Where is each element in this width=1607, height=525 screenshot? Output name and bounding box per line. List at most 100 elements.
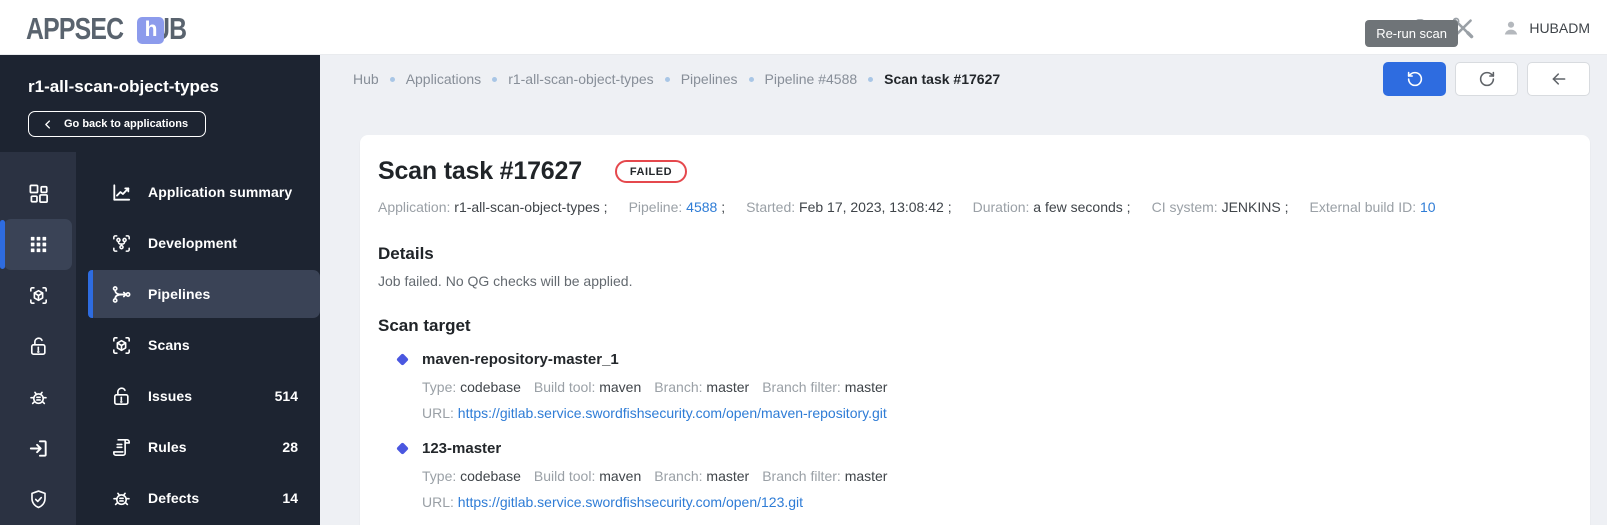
refresh-cw-icon bbox=[1478, 70, 1496, 88]
meta-separator: ; bbox=[599, 199, 608, 215]
meta-value: JENKINS bbox=[1221, 199, 1281, 215]
meta-value: Feb 17, 2023, 13:08:42 bbox=[799, 199, 944, 215]
breadcrumb-current: Scan task #17627 bbox=[884, 71, 1001, 87]
meta-value: r1-all-scan-object-types bbox=[454, 199, 600, 215]
meta-label: CI system: bbox=[1151, 199, 1218, 215]
page-toolbar bbox=[1383, 62, 1590, 96]
target-attributes: Type: codebase Build tool: maven Branch: m… bbox=[422, 379, 1566, 395]
sidebar: r1-all-scan-object-types Go back to appl… bbox=[0, 55, 320, 525]
breadcrumb-item[interactable]: Applications bbox=[406, 71, 482, 87]
lock-alert-icon bbox=[110, 385, 133, 408]
sidebar-item-badge: 28 bbox=[282, 439, 298, 455]
target-attr: Branch: master bbox=[654, 468, 750, 484]
appsechub-logo[interactable]: APPSEC h UB bbox=[26, 11, 195, 47]
target-url-link[interactable]: https://gitlab.service.swordfishsecurity… bbox=[458, 405, 887, 421]
breadcrumb-item[interactable]: r1-all-scan-object-types bbox=[508, 71, 654, 87]
sidebar-item-development[interactable]: Development bbox=[88, 219, 320, 267]
sidebar-item-label: Pipelines bbox=[148, 286, 211, 302]
rail-item-shield-check[interactable] bbox=[0, 474, 76, 525]
arrow-left-button[interactable] bbox=[1527, 62, 1590, 96]
application-name: r1-all-scan-object-types bbox=[28, 77, 219, 96]
chart-icon bbox=[110, 181, 133, 204]
top-bar: APPSEC h UB HUBADM Re-run scan bbox=[0, 0, 1607, 55]
breadcrumb-item[interactable]: Pipelines bbox=[681, 71, 738, 87]
cube-scan-icon bbox=[110, 334, 133, 357]
rail-item-apps-grid[interactable] bbox=[0, 219, 72, 270]
user-icon bbox=[1501, 18, 1521, 38]
dev-icon bbox=[110, 232, 133, 255]
scan-task-card: Scan task #17627 FAILED Application: r1-… bbox=[360, 135, 1590, 525]
target-attr: Branch filter: master bbox=[762, 468, 888, 484]
breadcrumb-separator-dot bbox=[389, 76, 395, 82]
dashboard-icon bbox=[27, 182, 50, 205]
lock-alert-icon bbox=[27, 335, 50, 358]
sidebar-item-label: Scans bbox=[148, 337, 190, 353]
rail-item-lock-alert[interactable] bbox=[0, 321, 76, 372]
target-url-row: URL: https://gitlab.service.swordfishsec… bbox=[422, 494, 1566, 510]
cube-scan-icon bbox=[27, 284, 50, 307]
target-name: maven-repository-master_1 bbox=[422, 351, 619, 368]
meta-separator: ; bbox=[717, 199, 726, 215]
meta-pipeline-: Pipeline: 4588 ; bbox=[629, 199, 726, 215]
go-back-to-applications-button[interactable]: Go back to applications bbox=[28, 111, 207, 137]
diamond-bullet-icon bbox=[396, 442, 409, 455]
rail-item-dashboard[interactable] bbox=[0, 168, 76, 219]
breadcrumb-item[interactable]: Hub bbox=[353, 71, 379, 87]
apps-grid-icon bbox=[27, 233, 50, 256]
username: HUBADM bbox=[1529, 19, 1590, 36]
sidebar-item-scans[interactable]: Scans bbox=[88, 321, 320, 369]
meta-separator: ; bbox=[1122, 199, 1131, 215]
meta-started-: Started: Feb 17, 2023, 13:08:42 ; bbox=[746, 199, 952, 215]
rail-item-cube-scan[interactable] bbox=[0, 270, 76, 321]
logo-h-icon: h bbox=[137, 16, 165, 44]
target-attr: Type: codebase bbox=[422, 468, 521, 484]
chevron-left-icon bbox=[42, 119, 53, 130]
breadcrumb-separator-dot bbox=[664, 76, 670, 82]
sidebar-item-label: Defects bbox=[148, 490, 200, 506]
scan-target-item: 123-master Type: codebase Build tool: mave… bbox=[378, 440, 1566, 510]
meta-value[interactable]: 10 bbox=[1420, 199, 1436, 215]
scan-target-list: maven-repository-master_1 Type: codebase B… bbox=[378, 351, 1566, 510]
sidebar-item-defects[interactable]: Defects 14 bbox=[88, 474, 320, 522]
meta-label: Pipeline: bbox=[628, 199, 683, 215]
details-text: Job failed. No QG checks will be applied… bbox=[378, 273, 633, 289]
meta-separator: ; bbox=[943, 199, 952, 215]
sidebar-item-label: Rules bbox=[148, 439, 187, 455]
url-label: URL: bbox=[422, 494, 454, 510]
rotate-ccw-button[interactable] bbox=[1383, 62, 1446, 96]
user-menu[interactable]: HUBADM bbox=[1501, 18, 1590, 38]
rail-item-bug[interactable] bbox=[0, 372, 76, 423]
target-url-row: URL: https://gitlab.service.swordfishsec… bbox=[422, 405, 1566, 421]
target-attr: Branch filter: master bbox=[762, 379, 888, 395]
shield-check-icon bbox=[27, 488, 50, 511]
sidebar-item-rules[interactable]: Rules 28 bbox=[88, 423, 320, 471]
meta-value[interactable]: 4588 bbox=[686, 199, 717, 215]
target-attr: Build tool: maven bbox=[533, 379, 642, 395]
meta-separator: ; bbox=[1280, 199, 1289, 215]
sidebar-item-label: Issues bbox=[148, 388, 193, 404]
breadcrumb-item[interactable]: Pipeline #4588 bbox=[765, 71, 858, 87]
target-attributes: Type: codebase Build tool: maven Branch: m… bbox=[422, 468, 1566, 484]
sidebar-item-issues[interactable]: Issues 514 bbox=[88, 372, 320, 420]
rules-icon bbox=[110, 436, 133, 459]
logo-text-left: APPSEC bbox=[26, 11, 124, 46]
content-area: Hub Applications r1-all-scan-object-types P… bbox=[320, 55, 1607, 525]
sidebar-item-pipelines[interactable]: Pipelines bbox=[88, 270, 320, 318]
sidebar-item-label: Development bbox=[148, 235, 238, 251]
bug-icon bbox=[27, 386, 50, 409]
refresh-cw-button[interactable] bbox=[1455, 62, 1518, 96]
meta-application-: Application: r1-all-scan-object-types ; bbox=[378, 199, 608, 215]
target-attr: Branch: master bbox=[654, 379, 750, 395]
rail-item-exit[interactable] bbox=[0, 423, 76, 474]
sidebar-item-badge: 514 bbox=[274, 388, 298, 404]
meta-value: a few seconds bbox=[1033, 199, 1123, 215]
arrow-left-icon bbox=[1550, 70, 1568, 88]
icon-rail bbox=[0, 152, 76, 525]
sidebar-item-application-summary[interactable]: Application summary bbox=[88, 168, 320, 216]
rerun-scan-tooltip: Re-run scan bbox=[1365, 20, 1458, 47]
meta-label: Duration: bbox=[972, 199, 1030, 215]
meta-ci-system-: CI system: JENKINS ; bbox=[1152, 199, 1289, 215]
target-url-link[interactable]: https://gitlab.service.swordfishsecurity… bbox=[458, 494, 803, 510]
scan-target-heading: Scan target bbox=[378, 316, 471, 335]
back-button-label: Go back to applications bbox=[64, 118, 189, 130]
